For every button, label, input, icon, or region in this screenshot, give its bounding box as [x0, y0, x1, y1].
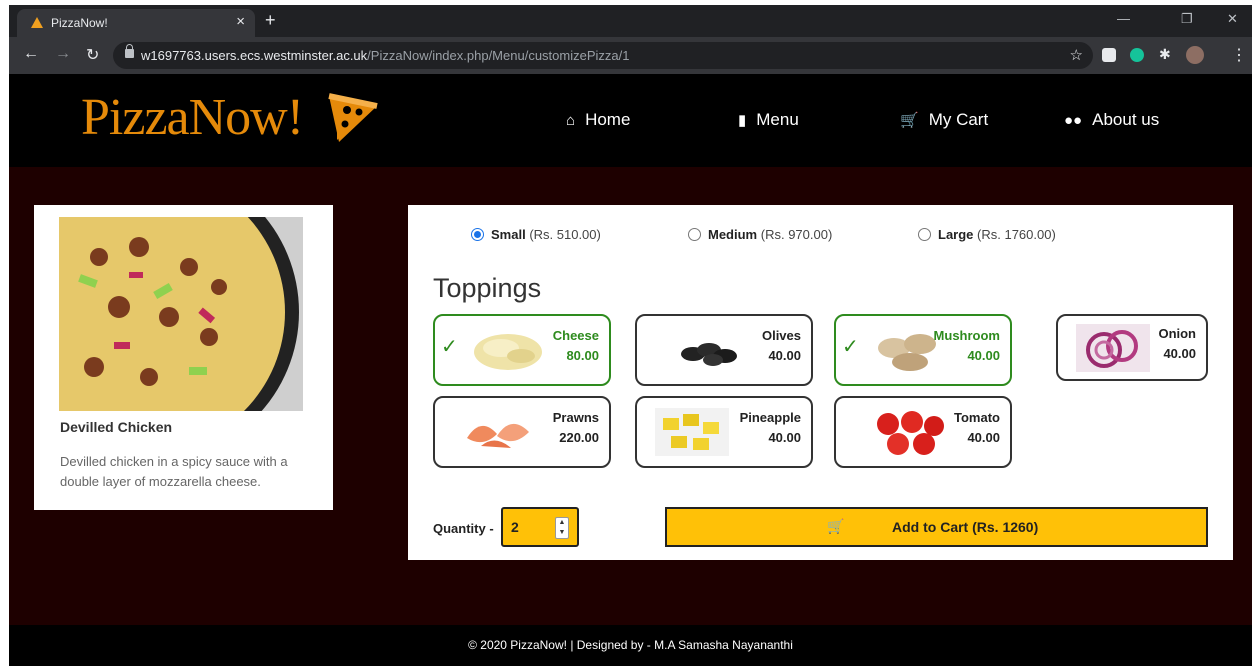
book-icon: ▮ — [738, 112, 747, 129]
nav-menu[interactable]: ▮ Menu — [738, 110, 799, 130]
pizza-description: Devilled chicken in a spicy sauce with a… — [60, 454, 288, 489]
grammarly-extension-icon[interactable] — [1130, 48, 1144, 62]
tab-strip: PizzaNow! × + — ❐ ✕ — [9, 5, 1252, 37]
puzzle-extension-icon[interactable]: ✱ — [1159, 46, 1173, 62]
add-to-cart-button[interactable]: 🛒 Add to Cart (Rs. 1260) — [665, 507, 1208, 547]
nav-home[interactable]: ⌂ Home — [566, 110, 630, 130]
tab-close-icon[interactable]: × — [236, 13, 245, 30]
olives-image — [673, 326, 747, 374]
browser-toolbar: ← → ↻ w1697763.users.ecs.westminster.ac.… — [9, 37, 1252, 74]
quantity-value: 2 — [511, 519, 519, 535]
url-text: w1697763.users.ecs.westminster.ac.uk/Piz… — [141, 48, 630, 63]
lock-icon — [125, 44, 134, 58]
onion-image — [1076, 324, 1150, 372]
size-option-medium[interactable]: Medium (Rs. 970.00) — [688, 227, 832, 242]
quantity-label: Quantity - — [433, 521, 494, 536]
spinner-arrows-icon[interactable]: ▲ ▼ — [555, 517, 569, 539]
checkmark-icon: ✓ — [441, 336, 458, 358]
reload-icon[interactable]: ↻ — [86, 45, 99, 65]
size-radio-medium[interactable] — [688, 228, 701, 241]
topping-prawns[interactable]: Prawns 220.00 — [433, 396, 611, 468]
tomato-image — [872, 408, 946, 456]
browser-tab[interactable]: PizzaNow! × — [17, 9, 255, 37]
site-header: PizzaNow! ⌂ Home ▮ Menu 🛒 My Cart ●● Abo… — [9, 74, 1252, 167]
topping-onion[interactable]: Onion 40.00 — [1056, 314, 1208, 381]
back-icon[interactable]: ← — [23, 45, 39, 63]
topping-tomato[interactable]: Tomato 40.00 — [834, 396, 1012, 468]
forward-icon[interactable]: → — [55, 45, 71, 63]
size-radio-large[interactable] — [918, 228, 931, 241]
pineapple-image — [655, 408, 729, 456]
document-extension-icon[interactable] — [1102, 48, 1116, 62]
restore-icon[interactable]: ❐ — [1181, 11, 1193, 27]
bookmark-star-icon[interactable]: ☆ — [1070, 46, 1083, 64]
pizza-card: Devilled Chicken Devilled chicken in a s… — [34, 205, 333, 510]
tab-title: PizzaNow! — [51, 16, 108, 30]
address-bar[interactable]: w1697763.users.ecs.westminster.ac.uk/Piz… — [113, 42, 1093, 69]
topping-pineapple[interactable]: Pineapple 40.00 — [635, 396, 813, 468]
pizza-image — [59, 217, 303, 411]
checkmark-icon: ✓ — [842, 336, 859, 358]
cheese-image — [471, 326, 545, 374]
topping-olives[interactable]: Olives 40.00 — [635, 314, 813, 386]
size-option-small[interactable]: Small (Rs. 510.00) — [471, 227, 601, 242]
topping-mushroom[interactable]: ✓ Mushroom 40.00 — [834, 314, 1012, 386]
size-radio-small[interactable] — [471, 228, 484, 241]
cart-icon: 🛒 — [900, 112, 919, 129]
toppings-heading: Toppings — [433, 273, 542, 303]
customize-card: Small (Rs. 510.00) Medium (Rs. 970.00) L… — [408, 205, 1233, 560]
site-footer: © 2020 PizzaNow! | Designed by - M.A Sam… — [9, 625, 1252, 666]
home-icon: ⌂ — [566, 111, 576, 129]
close-window-icon[interactable]: ✕ — [1227, 11, 1238, 27]
nav-about-us[interactable]: ●● About us — [1064, 110, 1159, 130]
users-icon: ●● — [1064, 111, 1083, 129]
profile-avatar[interactable] — [1186, 46, 1204, 64]
cart-icon: 🛒 — [827, 518, 845, 534]
main-content: Devilled Chicken Devilled chicken in a s… — [9, 167, 1252, 625]
new-tab-button[interactable]: + — [265, 10, 276, 31]
menu-kebab-icon[interactable]: ⋮ — [1231, 45, 1247, 65]
site-logo[interactable]: PizzaNow! — [81, 88, 304, 147]
nav-my-cart[interactable]: 🛒 My Cart — [900, 110, 988, 130]
pizza-name: Devilled Chicken — [60, 419, 173, 435]
pizza-favicon-icon — [31, 17, 43, 28]
prawns-image — [461, 408, 535, 456]
pizza-slice-icon — [328, 93, 378, 142]
topping-cheese[interactable]: ✓ Cheese 80.00 — [433, 314, 611, 386]
quantity-stepper[interactable]: 2 ▲ ▼ — [501, 507, 579, 547]
browser-window: PizzaNow! × + — ❐ ✕ ← → ↻ w1697763.users… — [9, 5, 1252, 666]
size-option-large[interactable]: Large (Rs. 1760.00) — [918, 227, 1056, 242]
minimize-icon[interactable]: — — [1117, 11, 1130, 26]
